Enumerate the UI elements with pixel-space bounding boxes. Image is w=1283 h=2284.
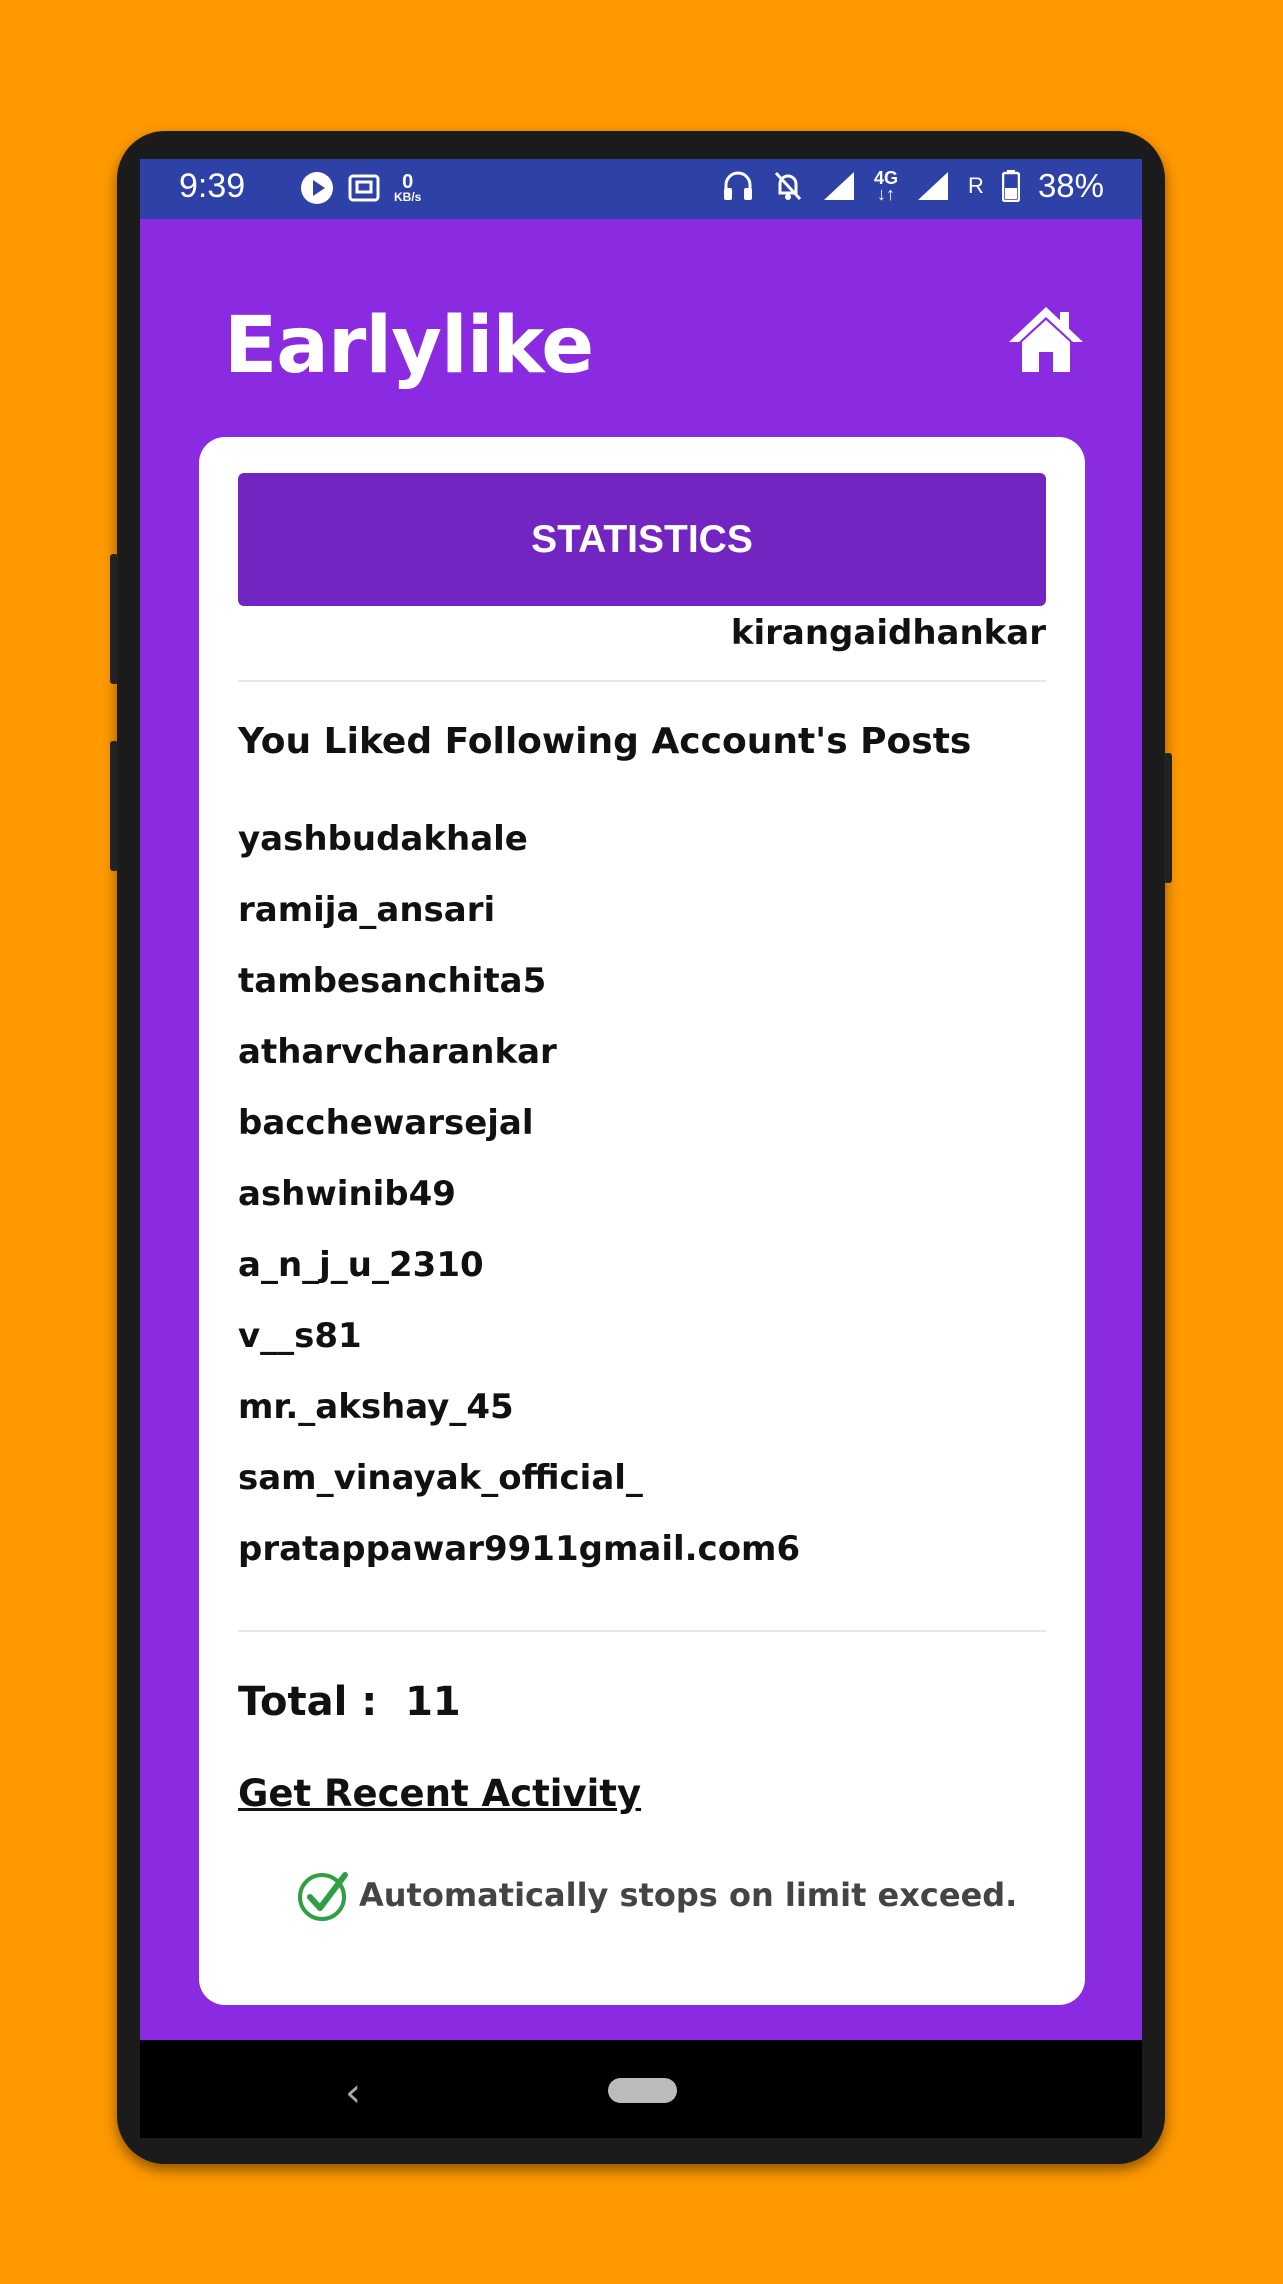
save-icon	[348, 174, 380, 202]
list-item: pratappawar9911gmail.com6	[238, 1529, 801, 1569]
signal-icon-2	[918, 172, 949, 200]
battery-percentage: 38%	[1037, 167, 1104, 204]
status-time: 9:39	[179, 167, 246, 205]
net-speed-unit: KB/s	[394, 190, 422, 204]
list-item: ramija_ansari	[238, 890, 496, 930]
statistics-button[interactable]: STATISTICS	[238, 473, 1046, 606]
signal-icon	[824, 172, 855, 200]
list-item: sam_vinayak_official_	[238, 1458, 643, 1498]
net-speed-value: 0	[402, 171, 414, 193]
headphones-icon	[724, 171, 753, 200]
power-button	[1164, 753, 1172, 883]
back-button[interactable]: ‹	[345, 2070, 361, 2116]
get-recent-activity-link[interactable]: Get Recent Activity	[238, 1772, 641, 1815]
list-item: mr._akshay_45	[238, 1387, 514, 1427]
navigation-bar: ‹	[140, 2040, 1142, 2138]
play-icon	[301, 172, 333, 204]
list-item: atharvcharankar	[238, 1032, 557, 1072]
battery-icon	[1001, 170, 1020, 202]
username: kirangaidhankar	[730, 613, 1046, 653]
network-type: 4G ↓↑	[874, 168, 899, 204]
screen: 9:39 0 KB/s 4G ↓↑ R 38% Earlylike STATIS…	[140, 159, 1142, 2138]
total-count: Total : 11	[238, 1679, 461, 1725]
statistics-card: STATISTICS kirangaidhankar You Liked Fol…	[199, 437, 1085, 2005]
check-circle-icon	[298, 1872, 348, 1921]
account-list: yashbudakhale ramija_ansari tambesanchit…	[238, 817, 800, 1598]
section-heading: You Liked Following Account's Posts	[238, 721, 972, 762]
mute-bell-icon	[774, 171, 802, 201]
app-title: Earlylike	[224, 301, 594, 391]
network-type-label: 4G	[874, 168, 899, 188]
status-left-icons: 0 KB/s	[300, 171, 421, 205]
status-bar: 9:39 0 KB/s 4G ↓↑ R 38%	[140, 159, 1142, 219]
roaming-indicator: R	[968, 173, 984, 198]
list-item: bacchewarsejal	[238, 1103, 534, 1143]
notice-text: Automatically stops on limit exceed.	[359, 1876, 1018, 1914]
phone-frame: 9:39 0 KB/s 4G ↓↑ R 38% Earlylike STATIS…	[110, 131, 1172, 2164]
limit-notice: Automatically stops on limit exceed.	[295, 1867, 1017, 1923]
home-icon[interactable]	[1007, 304, 1085, 374]
network-speed: 0 KB/s	[394, 171, 422, 204]
home-pill-button[interactable]	[608, 2078, 677, 2103]
list-item: yashbudakhale	[238, 819, 528, 859]
volume-down-button	[110, 741, 118, 871]
total-label: Total :	[238, 1679, 378, 1725]
list-item: a_n_j_u_2310	[238, 1245, 484, 1285]
divider	[238, 1630, 1046, 1632]
list-item: v__s81	[238, 1316, 362, 1356]
total-value: 11	[405, 1679, 461, 1725]
list-item: ashwinib49	[238, 1174, 456, 1214]
volume-up-button	[110, 554, 118, 684]
status-right-icons: 4G ↓↑ R 38%	[722, 167, 1104, 205]
list-item: tambesanchita5	[238, 961, 547, 1001]
divider	[238, 680, 1046, 682]
